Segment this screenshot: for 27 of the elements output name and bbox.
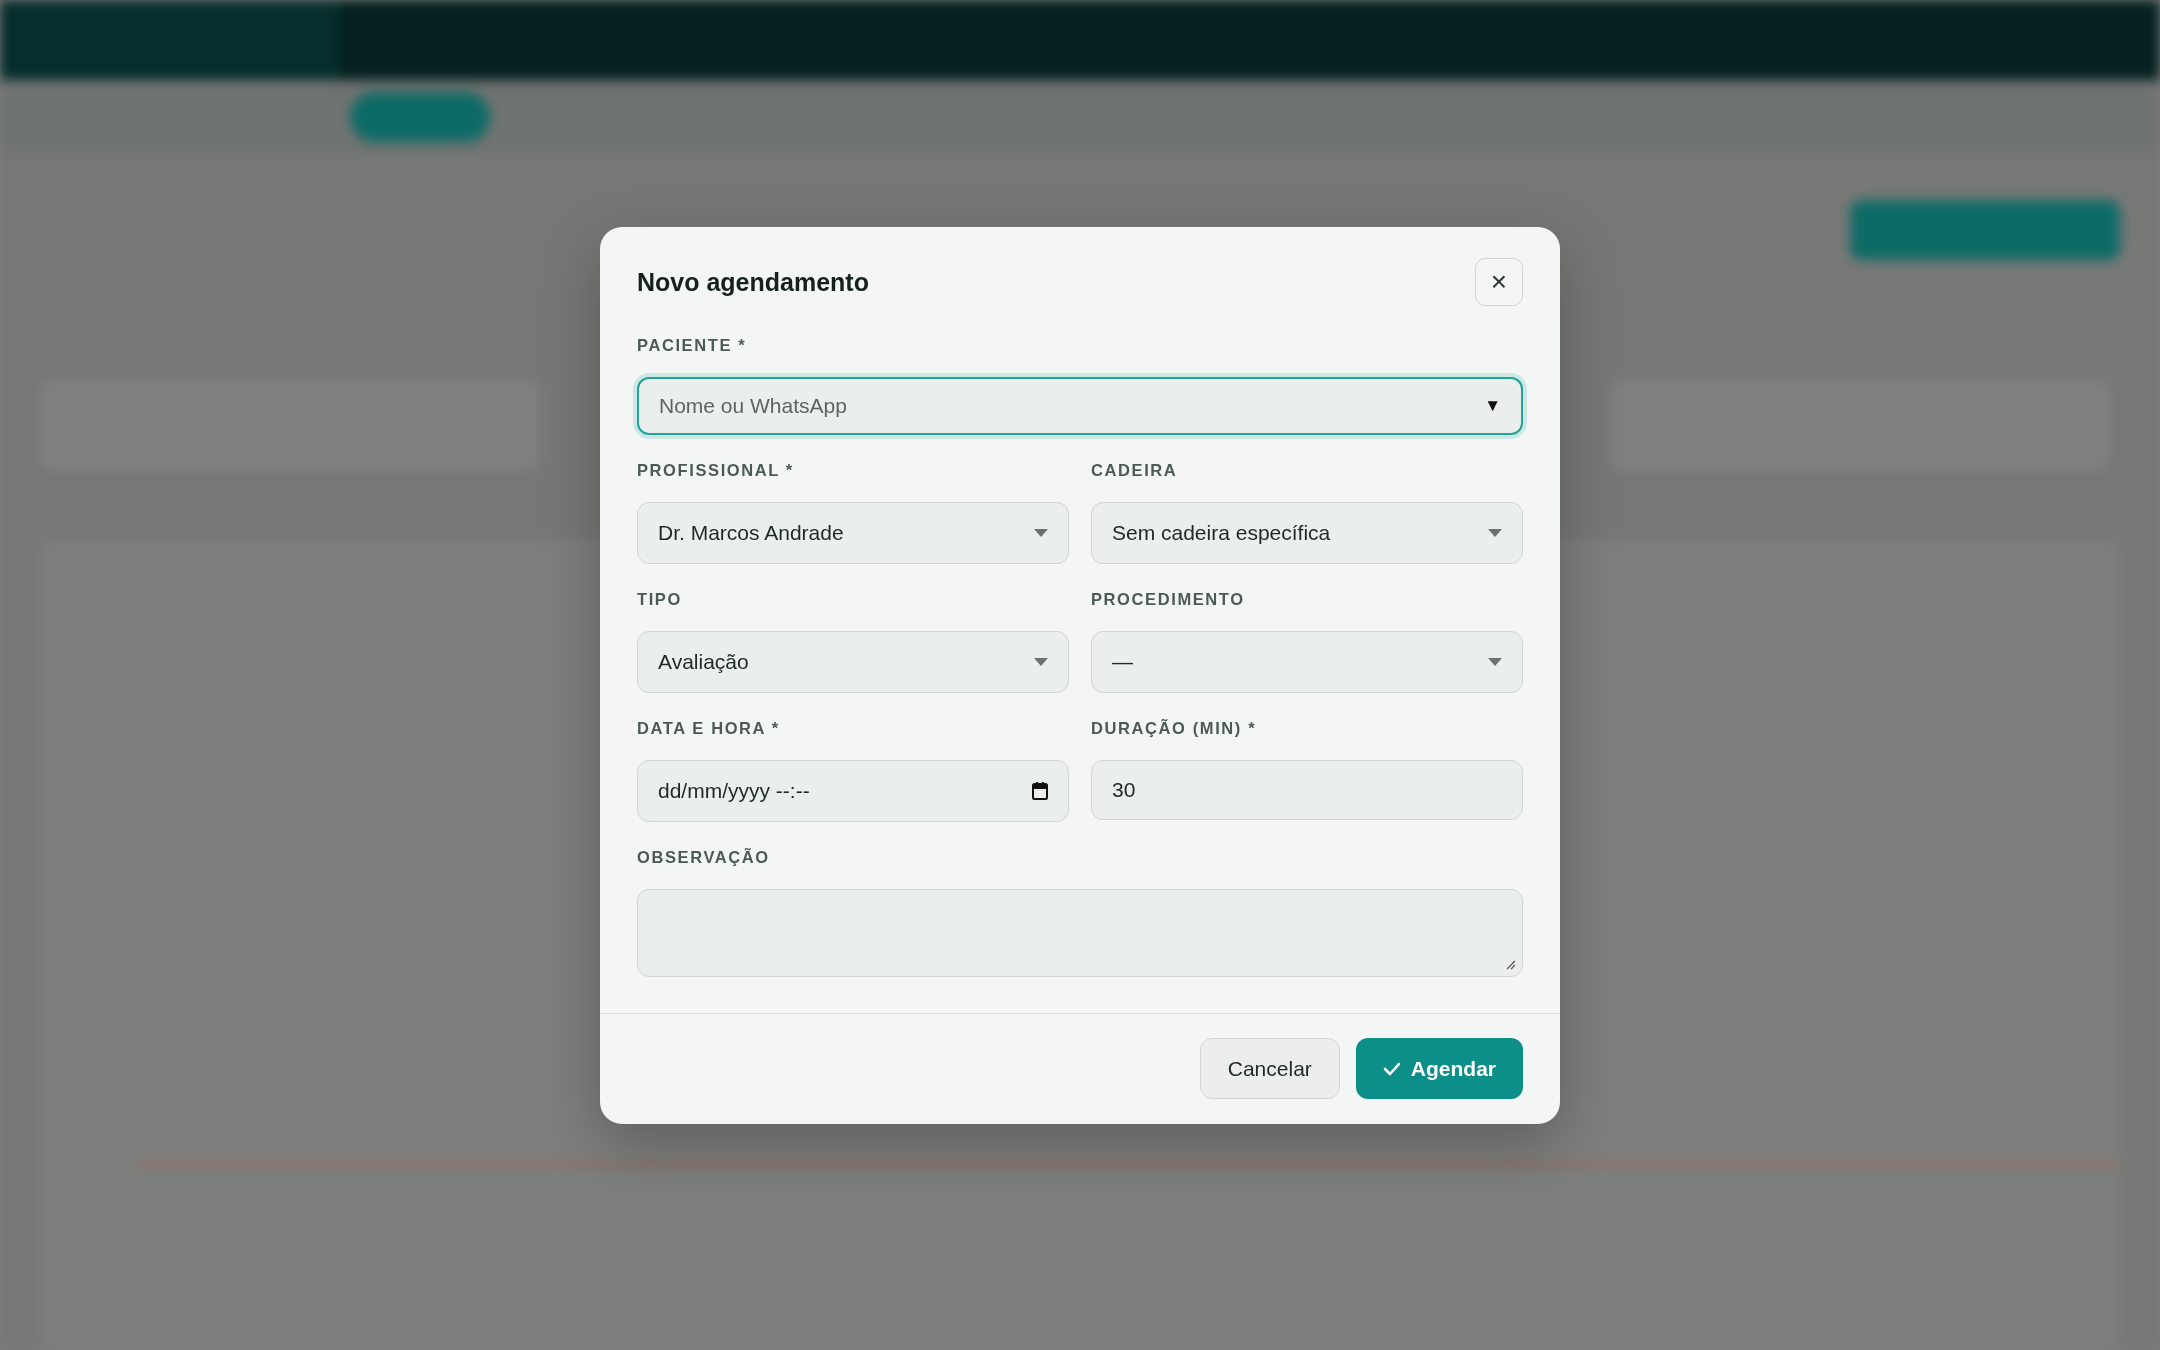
field-label: OBSERVAÇÃO [637, 848, 771, 867]
field-label: CADEIRA [1091, 461, 1179, 480]
select-field[interactable]: Sem cadeira específica [1091, 502, 1523, 564]
select-field[interactable]: Avaliação [637, 631, 1069, 693]
notes-field[interactable] [637, 889, 1523, 977]
select-field[interactable]: — [1091, 631, 1523, 693]
patient-search-field[interactable]: Nome ou WhatsApp ▼ [637, 377, 1523, 435]
select-field[interactable]: Dr. Marcos Andrade [637, 502, 1069, 564]
resize-handle-icon[interactable] [1506, 960, 1516, 970]
field-label: DURAÇÃO (MIN) * [1091, 719, 1258, 738]
cancel-button[interactable]: Cancelar [1199, 1038, 1340, 1099]
field-label: PROFISSIONAL * [637, 461, 795, 480]
dialog-title: Novo agendamento [637, 267, 869, 297]
field-label: PACIENTE * [637, 336, 748, 355]
caret-icon [1488, 658, 1502, 666]
caret-icon [1034, 658, 1048, 666]
field-label: DATA E HORA * [637, 719, 781, 738]
duration-field[interactable]: 30 [1091, 760, 1523, 820]
field-label: TIPO [637, 590, 683, 609]
check-icon [1382, 1061, 1401, 1076]
caret-icon [1034, 529, 1048, 537]
caret-icon [1488, 529, 1502, 537]
field-label: PROCEDIMENTO [1091, 590, 1246, 609]
schedule-button[interactable]: Agendar [1355, 1038, 1523, 1099]
calendar-icon [1032, 782, 1048, 800]
close-button[interactable]: × [1475, 258, 1523, 306]
date-time-field[interactable]: dd/mm/yyyy --:-- [637, 760, 1069, 822]
